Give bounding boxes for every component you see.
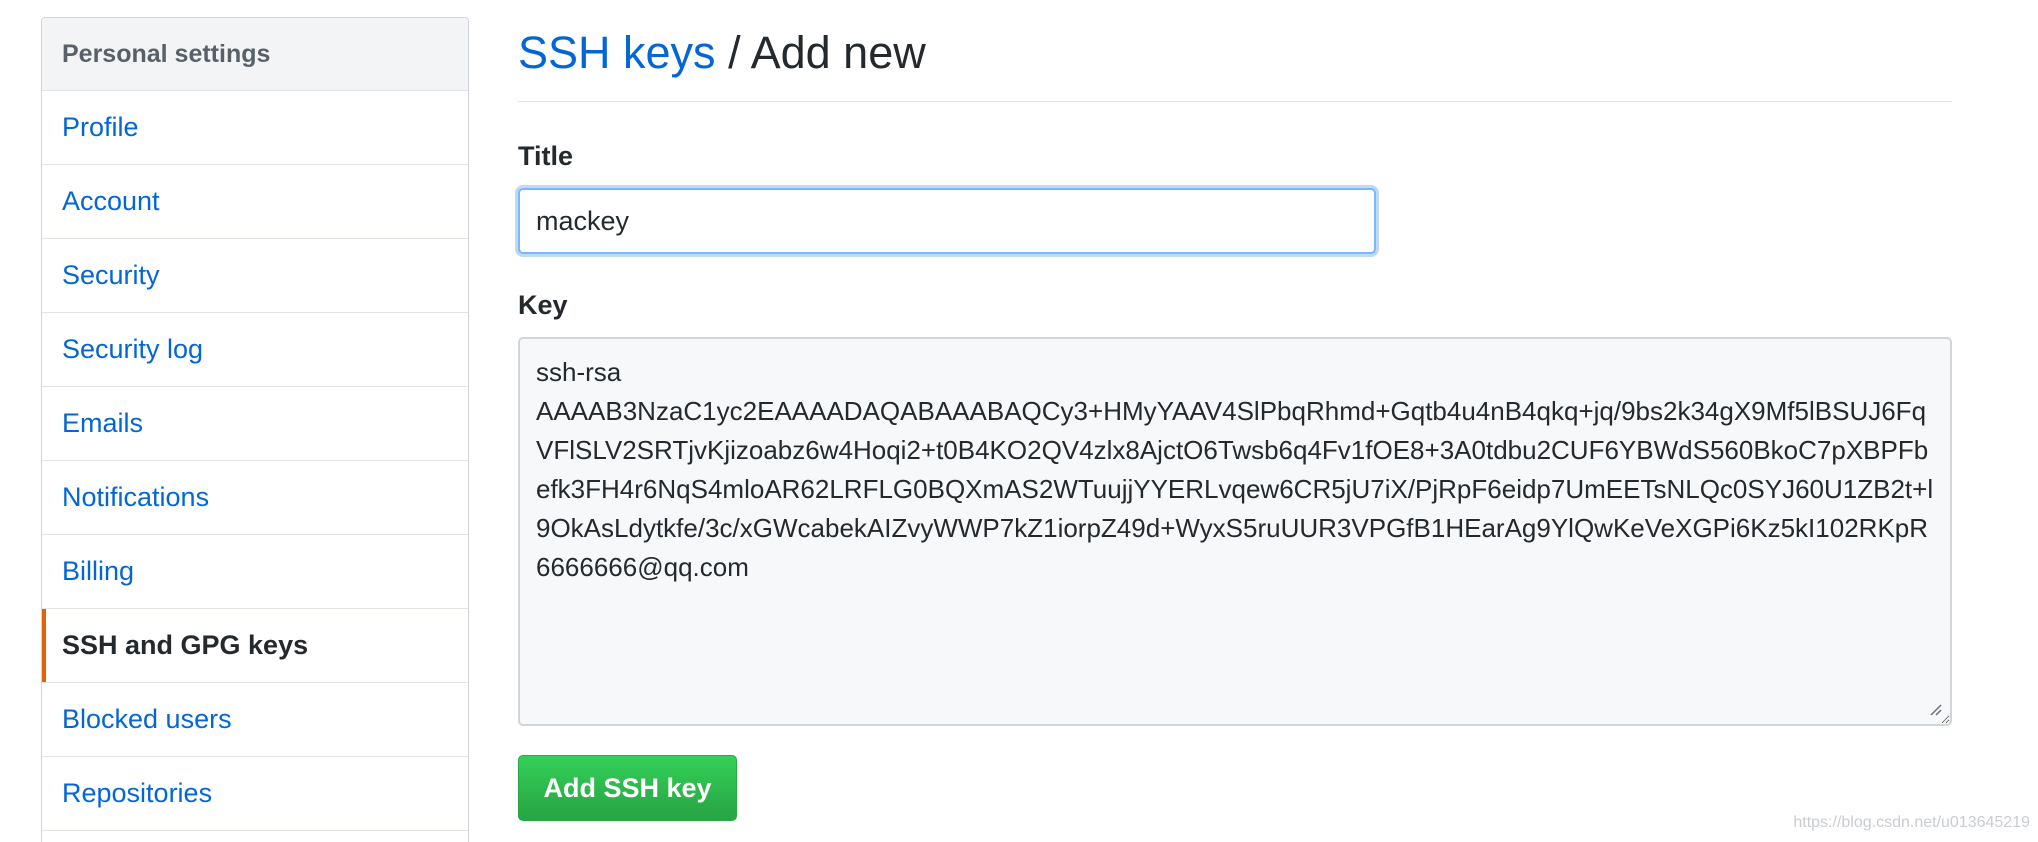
watermark: https://blog.csdn.net/u013645219 bbox=[1793, 814, 2030, 831]
title-input[interactable] bbox=[518, 188, 1376, 254]
sidebar-item-account[interactable]: Account bbox=[42, 165, 468, 239]
sidebar-item-notifications[interactable]: Notifications bbox=[42, 461, 468, 535]
sidebar-item-profile[interactable]: Profile bbox=[42, 91, 468, 165]
add-ssh-key-button[interactable]: Add SSH key bbox=[518, 755, 737, 821]
sidebar-item-security[interactable]: Security bbox=[42, 239, 468, 313]
heading-divider bbox=[518, 101, 1952, 102]
key-textarea[interactable]: ssh-rsa AAAAB3NzaC1yc2EAAAADAQABAAABAQCy… bbox=[518, 337, 1952, 726]
sidebar-item-billing[interactable]: Billing bbox=[42, 535, 468, 609]
sidebar-header: Personal settings bbox=[42, 18, 468, 91]
breadcrumb-current: Add new bbox=[750, 27, 926, 78]
settings-sidebar: Personal settings Profile Account Securi… bbox=[41, 17, 469, 842]
breadcrumb-separator: / bbox=[715, 27, 751, 78]
sidebar-item-blocked-users[interactable]: Blocked users bbox=[42, 683, 468, 757]
resize-grip-icon[interactable] bbox=[1928, 702, 1942, 716]
page: Personal settings Profile Account Securi… bbox=[0, 0, 2038, 842]
sidebar-item-security-log[interactable]: Security log bbox=[42, 313, 468, 387]
breadcrumb-ssh-keys-link[interactable]: SSH keys bbox=[518, 27, 716, 78]
title-label: Title bbox=[518, 141, 574, 171]
key-label: Key bbox=[518, 290, 568, 320]
sidebar-item-repositories[interactable]: Repositories bbox=[42, 757, 468, 831]
page-title: SSH keys / Add new bbox=[518, 26, 926, 80]
key-textarea-value: ssh-rsa AAAAB3NzaC1yc2EAAAADAQABAAABAQCy… bbox=[536, 357, 1934, 582]
sidebar-item-emails[interactable]: Emails bbox=[42, 387, 468, 461]
sidebar-item-ssh-gpg-keys[interactable]: SSH and GPG keys bbox=[42, 609, 468, 683]
